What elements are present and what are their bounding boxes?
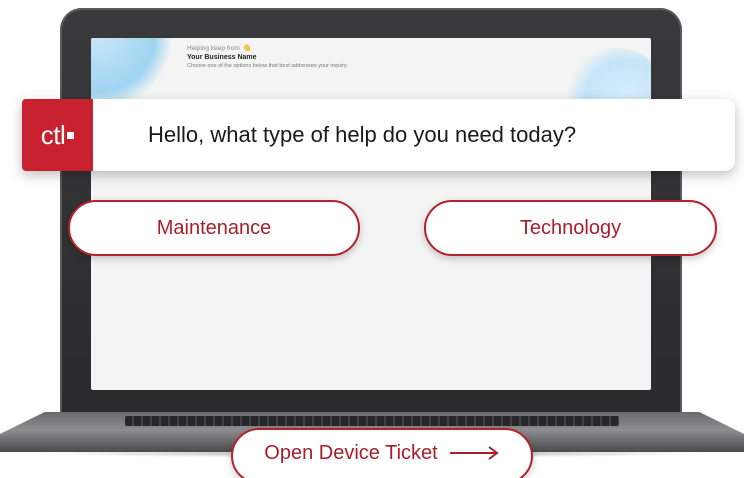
screen-subtitle: Choose one of the options below that bes… — [187, 63, 348, 69]
open-device-ticket-button[interactable]: Open Device Ticket — [231, 428, 533, 478]
wave-hand-icon: 👋 — [242, 45, 252, 52]
open-device-ticket-label: Open Device Ticket — [264, 441, 438, 464]
arrow-right-icon — [449, 446, 499, 460]
laptop-keyboard — [125, 416, 619, 426]
brand-logo-text: ctl — [40, 119, 66, 150]
screen-kicker: Helping keep from 👋 — [187, 44, 348, 53]
maintenance-button[interactable]: Maintenance — [68, 200, 360, 256]
brand-logo-dot — [67, 131, 75, 139]
prompt-question: Hello, what type of help do you need tod… — [148, 122, 577, 147]
business-name: Your Business Name — [187, 54, 257, 61]
technology-button[interactable]: Technology — [424, 200, 717, 256]
brand-logo: ctl — [22, 99, 93, 171]
screen-kicker-text: Helping keep from — [187, 44, 240, 52]
screen-header: Helping keep from 👋 Your Business Name C… — [187, 44, 348, 70]
decorative-blob-left — [91, 38, 171, 108]
prompt-banner: ctl Hello, what type of help do you need… — [22, 99, 735, 171]
